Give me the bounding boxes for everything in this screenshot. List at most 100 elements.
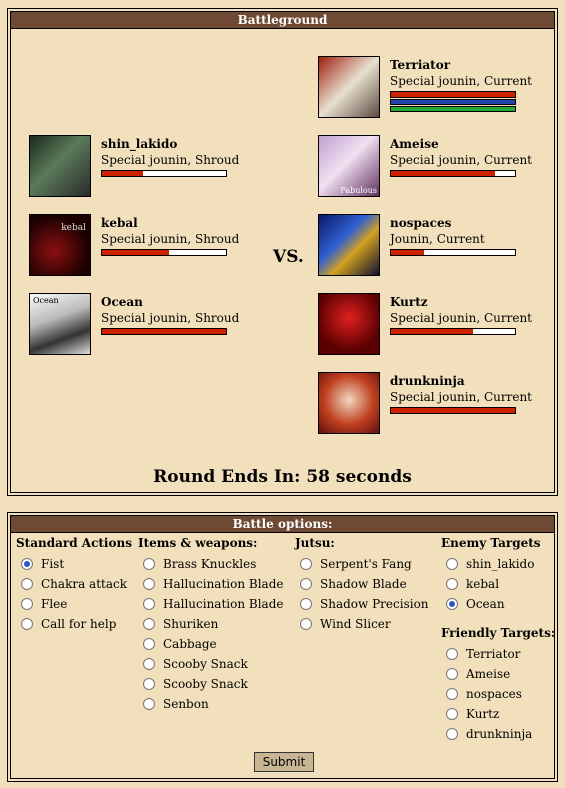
radio-button[interactable] <box>446 668 458 680</box>
radio-button[interactable] <box>300 598 312 610</box>
versus-label: VS. <box>273 247 304 267</box>
radio-button[interactable] <box>21 558 33 570</box>
jutsu-option[interactable]: Wind Slicer <box>295 614 429 634</box>
item-option[interactable]: Senbon <box>138 694 284 714</box>
option-label: Scooby Snack <box>163 677 248 691</box>
enemy-target-option[interactable]: Ocean <box>441 594 555 614</box>
option-label: Shuriken <box>163 617 219 631</box>
dark-avatar-icon[interactable]: kebal <box>29 214 91 276</box>
radio-button[interactable] <box>21 578 33 590</box>
item-option[interactable]: Scooby Snack <box>138 654 284 674</box>
radio-button[interactable] <box>446 558 458 570</box>
items-weapons-column: Items & weapons: Brass Knuckles Hallucin… <box>138 536 284 714</box>
standard-actions-column: Standard Actions Fist Chakra attack Flee… <box>16 536 132 634</box>
fighter-name: drunkninja <box>390 374 465 388</box>
ally-fighter: kebal kebal Special jounin, Shroud <box>29 214 269 278</box>
fighter-rank: Special jounin, Shroud <box>101 153 240 167</box>
blue-hero-avatar-icon[interactable] <box>318 214 380 276</box>
option-label: Call for help <box>41 617 117 631</box>
column-heading: Items & weapons: <box>138 536 258 550</box>
enemy-fighter: nospaces Jounin, Current <box>318 214 558 278</box>
fighter-rank: Special jounin, Current <box>390 390 533 404</box>
radio-button[interactable] <box>446 578 458 590</box>
friendly-target-option[interactable]: nospaces <box>441 684 555 704</box>
option-label: Ameise <box>466 667 511 681</box>
option-label: Shadow Precision <box>320 597 429 611</box>
option-label: Fist <box>41 557 65 571</box>
submit-button[interactable]: Submit <box>254 752 314 772</box>
radio-button[interactable] <box>21 618 33 630</box>
friendly-target-option[interactable]: Terriator <box>441 644 555 664</box>
avatar-caption: Ocean <box>33 296 59 305</box>
action-option-chakra-attack[interactable]: Chakra attack <box>16 574 132 594</box>
action-option-call-for-help[interactable]: Call for help <box>16 614 132 634</box>
radio-button[interactable] <box>143 698 155 710</box>
radio-button[interactable] <box>446 598 458 610</box>
option-label: Ocean <box>466 597 505 611</box>
item-option[interactable]: Hallucination Blade <box>138 574 284 594</box>
fighter-rank: Jounin, Current <box>390 232 485 246</box>
radio-button[interactable] <box>300 618 312 630</box>
fighter-name: Ameise <box>390 137 439 151</box>
friendly-target-option[interactable]: drunkninja <box>441 724 555 744</box>
radio-button[interactable] <box>300 578 312 590</box>
column-heading: Friendly Targets: <box>441 626 556 640</box>
option-label: Scooby Snack <box>163 657 248 671</box>
gaara-avatar-icon[interactable] <box>318 372 380 434</box>
jutsu-option[interactable]: Shadow Precision <box>295 594 429 614</box>
stamina-bar <box>390 106 516 112</box>
friendly-target-option[interactable]: Kurtz <box>441 704 555 724</box>
column-heading: Jutsu: <box>295 536 335 550</box>
item-option[interactable]: Brass Knuckles <box>138 554 284 574</box>
ocean-avatar-icon[interactable]: Ocean <box>29 293 91 355</box>
anime-avatar-icon[interactable]: Fabulous <box>318 135 380 197</box>
radio-button[interactable] <box>143 598 155 610</box>
enemy-fighter: Fabulous Ameise Special jounin, Current <box>318 135 558 199</box>
radio-button[interactable] <box>143 618 155 630</box>
fighter-name: Terriator <box>390 58 451 72</box>
action-option-fist[interactable]: Fist <box>16 554 132 574</box>
option-label: Hallucination Blade <box>163 577 284 591</box>
enemy-target-option[interactable]: shin_lakido <box>441 554 555 574</box>
option-label: Hallucination Blade <box>163 597 284 611</box>
radio-button[interactable] <box>143 578 155 590</box>
option-label: shin_lakido <box>466 557 535 571</box>
radio-button[interactable] <box>143 658 155 670</box>
radio-button[interactable] <box>446 728 458 740</box>
radio-button[interactable] <box>446 708 458 720</box>
option-label: Chakra attack <box>41 577 127 591</box>
chakra-bar <box>390 99 516 105</box>
friendly-target-option[interactable]: Ameise <box>441 664 555 684</box>
fighter-rank: Special jounin, Shroud <box>101 311 240 325</box>
option-label: Senbon <box>163 697 209 711</box>
battle-options-panel: Battle options: Standard Actions Fist Ch… <box>7 512 558 782</box>
fighter-rank: Special jounin, Shroud <box>101 232 240 246</box>
option-label: Terriator <box>466 647 521 661</box>
radio-button[interactable] <box>300 558 312 570</box>
option-label: Kurtz <box>466 707 500 721</box>
jutsu-option[interactable]: Serpent's Fang <box>295 554 429 574</box>
red-hair-avatar-icon[interactable] <box>318 56 380 118</box>
item-option[interactable]: Scooby Snack <box>138 674 284 694</box>
radio-button[interactable] <box>21 598 33 610</box>
red-ninja-avatar-icon[interactable] <box>318 293 380 355</box>
radio-button[interactable] <box>446 648 458 660</box>
item-option[interactable]: Hallucination Blade <box>138 594 284 614</box>
option-label: Flee <box>41 597 68 611</box>
fighter-name: shin_lakido <box>101 137 178 151</box>
enemy-target-option[interactable]: kebal <box>441 574 555 594</box>
action-option-flee[interactable]: Flee <box>16 594 132 614</box>
jutsu-option[interactable]: Shadow Blade <box>295 574 429 594</box>
ninja-avatar-icon[interactable] <box>29 135 91 197</box>
option-label: Shadow Blade <box>320 577 407 591</box>
radio-button[interactable] <box>446 688 458 700</box>
health-bar <box>101 170 227 177</box>
fighter-name: Kurtz <box>390 295 428 309</box>
fighter-name: nospaces <box>390 216 452 230</box>
item-option[interactable]: Shuriken <box>138 614 284 634</box>
radio-button[interactable] <box>143 638 155 650</box>
radio-button[interactable] <box>143 678 155 690</box>
round-timer: Round Ends In: 58 seconds <box>153 467 412 487</box>
radio-button[interactable] <box>143 558 155 570</box>
item-option[interactable]: Cabbage <box>138 634 284 654</box>
